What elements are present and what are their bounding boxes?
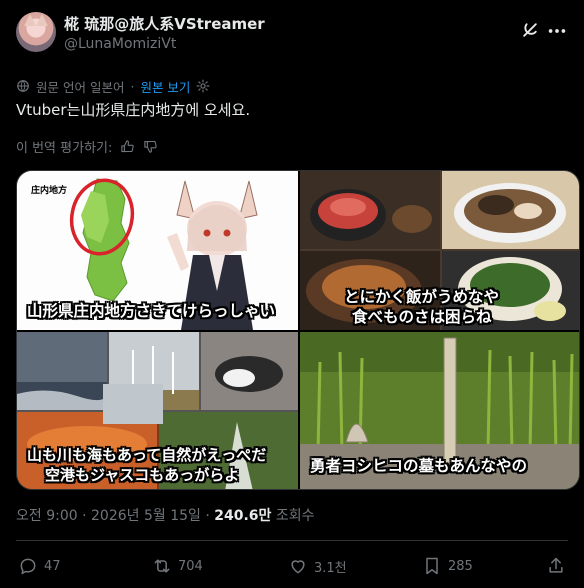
repost-icon [154, 559, 170, 573]
tweet-text: Vtuber는山形県庄内地方에 오세요. [16, 101, 251, 119]
show-original-link[interactable]: 원본 보기 [140, 77, 190, 96]
author-handle[interactable]: @LunaMomiziVt [64, 34, 265, 54]
tweet-header: 椛 琉那@旅人系VStreamer @LunaMomiziVt [16, 12, 568, 60]
image2-caption-line2: 食べものさは困らね [352, 307, 492, 326]
reply-icon [20, 558, 36, 575]
author-names: 椛 琉那@旅人系VStreamer @LunaMomiziVt [64, 14, 265, 54]
bookmark-count: 285 [448, 558, 473, 574]
share-icon [549, 557, 563, 573]
thumbs-down-icon[interactable] [143, 139, 158, 154]
image1-caption: 山形県庄内地方さきてけらっしゃい [27, 301, 276, 320]
views-label: 조회수 [271, 508, 315, 524]
translation-separator: · [130, 78, 135, 94]
translation-notice: 원문 언어 일본어 · 원본 보기 [16, 77, 210, 95]
repost-button[interactable]: 704 [152, 556, 203, 576]
divider [16, 540, 568, 541]
bookmark-button[interactable]: 285 [422, 556, 473, 576]
action-bar: 47 704 3.1천 285 [16, 556, 568, 578]
grok-icon[interactable] [520, 20, 540, 40]
tweet-meta: 오전 9:00 · 2026년 5월 15일 · 240.6만 조회수 [16, 505, 315, 525]
avatar[interactable] [16, 12, 56, 52]
thumbs-up-icon[interactable] [120, 139, 135, 154]
bookmark-icon [426, 557, 438, 575]
globe-icon [17, 80, 29, 92]
image4-caption: 勇者ヨシヒコの墓もあんなやの [310, 456, 528, 475]
image2-caption-line1: とにかく飯がうめなや [344, 287, 500, 306]
translation-language-note: 원문 언어 일본어 [36, 79, 125, 95]
repost-count: 704 [178, 558, 203, 574]
translation-rating: 이 번역 평가하기: [16, 137, 158, 156]
media-grid: 庄内地方 山形県庄内地方さきてけらっしゃい とにかく飯がうめなや 食べものさは困… [16, 170, 580, 490]
gear-icon[interactable] [196, 79, 210, 93]
image3-caption-line1: 山も川も海もあって自然がえっぺだ [27, 446, 267, 464]
reply-button[interactable]: 47 [18, 556, 61, 576]
reply-count: 47 [44, 558, 61, 574]
media-image-food[interactable]: とにかく飯がうめなや 食べものさは困らね [300, 171, 579, 330]
rating-prompt: 이 번역 평가하기: [16, 141, 113, 156]
views-count: 240.6만 [214, 508, 272, 524]
map-label: 庄内地方 [31, 186, 68, 196]
like-count: 3.1천 [314, 560, 347, 576]
media-image-nature[interactable]: 山も川も海もあって自然がえっぺだ 空港もジャスコもあっがらよ [17, 332, 298, 489]
more-options-icon[interactable] [546, 20, 568, 42]
media-image-map[interactable]: 庄内地方 山形県庄内地方さきてけらっしゃい [17, 171, 298, 330]
like-button[interactable]: 3.1천 [288, 556, 347, 576]
media-image-grave[interactable]: 勇者ヨシヒコの墓もあんなやの [300, 332, 579, 489]
tweet-timestamp[interactable]: 오전 9:00 · 2026년 5월 15일 · [16, 508, 214, 524]
image3-caption-line2: 空港もジャスコもあっがらよ [45, 466, 240, 484]
author-display-name[interactable]: 椛 琉那@旅人系VStreamer [64, 14, 265, 34]
heart-icon [291, 560, 305, 574]
share-button[interactable] [546, 556, 566, 576]
